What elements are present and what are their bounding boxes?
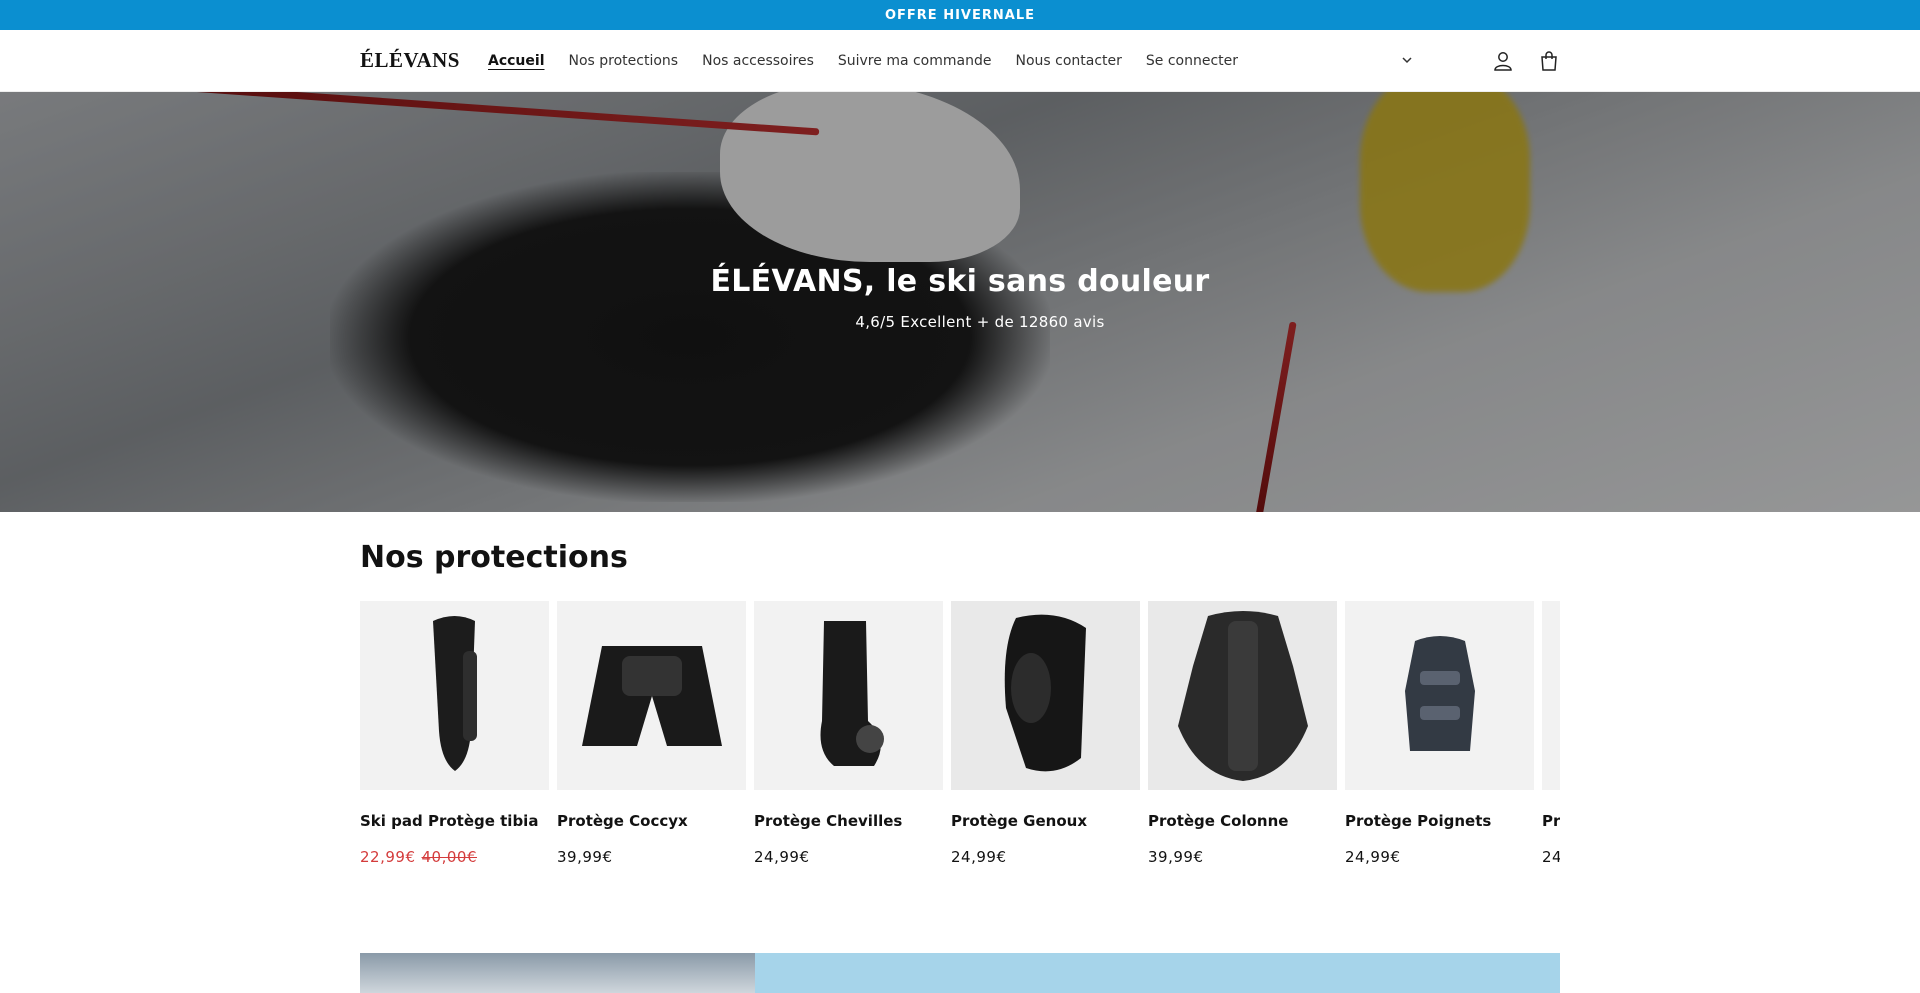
product-image[interactable] xyxy=(1345,601,1534,790)
product-title[interactable]: Protège Genoux xyxy=(951,812,1140,830)
product-title[interactable]: Ski pad Protège tibia xyxy=(360,812,549,830)
product-image[interactable] xyxy=(951,601,1140,790)
nav-suivre-commande[interactable]: Suivre ma commande xyxy=(838,53,992,69)
language-selector[interactable] xyxy=(1392,51,1422,70)
old-price: 40,00€ xyxy=(421,848,477,866)
product-card[interactable]: Protège Genoux 24,99€ xyxy=(951,601,1140,866)
product-price: 24, xyxy=(1542,848,1560,866)
product-card[interactable]: Protège Coccyx 39,99€ xyxy=(557,601,746,866)
product-image[interactable] xyxy=(360,601,549,790)
header-icons xyxy=(1492,50,1560,72)
hero-banner: ÉLÉVANS, le ski sans douleur 4,6/5 Excel… xyxy=(0,92,1920,512)
product-image[interactable] xyxy=(557,601,746,790)
product-price: 24,99€ xyxy=(754,848,810,866)
product-card[interactable]: Protège Chevilles 24,99€ xyxy=(754,601,943,866)
section-title: Nos protections xyxy=(360,540,628,575)
hero-text: ÉLÉVANS, le ski sans douleur 4,6/5 Excel… xyxy=(0,264,1920,331)
chevron-down-icon xyxy=(1401,51,1413,70)
logo[interactable]: ÉLÉVANS xyxy=(360,48,488,73)
product-price: 24,99€ xyxy=(1345,848,1401,866)
site-header: ÉLÉVANS Accueil Nos protections Nos acce… xyxy=(0,30,1920,92)
product-image[interactable] xyxy=(1542,601,1560,790)
product-title[interactable]: Protège Chevilles xyxy=(754,812,943,830)
nav-nos-accessoires[interactable]: Nos accessoires xyxy=(702,53,814,69)
nav-nos-protections[interactable]: Nos protections xyxy=(569,53,679,69)
product-card[interactable]: Protège Poignets 24,99€ xyxy=(1345,601,1534,866)
announcement-bar: OFFRE HIVERNALE xyxy=(0,0,1920,30)
product-card[interactable]: Protège Colonne 39,99€ xyxy=(1148,601,1337,866)
products-section: Nos protections Ski pad Protège tibia 22… xyxy=(0,512,1920,866)
nav-se-connecter[interactable]: Se connecter xyxy=(1146,53,1238,69)
cart-icon[interactable] xyxy=(1538,50,1560,72)
promo-banner-panel xyxy=(755,953,1560,993)
product-title[interactable]: Protège Poignets xyxy=(1345,812,1534,830)
product-price: 24,99€ xyxy=(951,848,1007,866)
promo-banner-image xyxy=(360,953,755,993)
hero-subtitle: 4,6/5 Excellent + de 12860 avis xyxy=(855,313,1105,331)
hero-title: ÉLÉVANS, le ski sans douleur xyxy=(710,264,1210,299)
product-card[interactable]: Ski pad Protège tibia 22,99€ 40,00€ xyxy=(360,601,549,866)
product-title[interactable]: Protège Coccyx xyxy=(557,812,746,830)
product-title[interactable]: Protège Colonne xyxy=(1148,812,1337,830)
product-image[interactable] xyxy=(1148,601,1337,790)
product-price: 22,99€ 40,00€ xyxy=(360,848,549,866)
product-title[interactable]: Pro xyxy=(1542,812,1560,830)
product-carousel: Ski pad Protège tibia 22,99€ 40,00€ Protè… xyxy=(360,601,1560,866)
nav-nous-contacter[interactable]: Nous contacter xyxy=(1015,53,1121,69)
product-card[interactable]: Pro 24, xyxy=(1542,601,1560,866)
product-image[interactable] xyxy=(754,601,943,790)
main-nav: Accueil Nos protections Nos accessoires … xyxy=(488,53,1392,69)
sale-price: 22,99€ xyxy=(360,848,416,866)
nav-accueil[interactable]: Accueil xyxy=(488,53,545,69)
product-price: 39,99€ xyxy=(557,848,613,866)
product-price: 39,99€ xyxy=(1148,848,1204,866)
promo-banner xyxy=(360,953,1560,993)
account-icon[interactable] xyxy=(1492,50,1514,72)
announcement-text: OFFRE HIVERNALE xyxy=(884,7,1035,23)
